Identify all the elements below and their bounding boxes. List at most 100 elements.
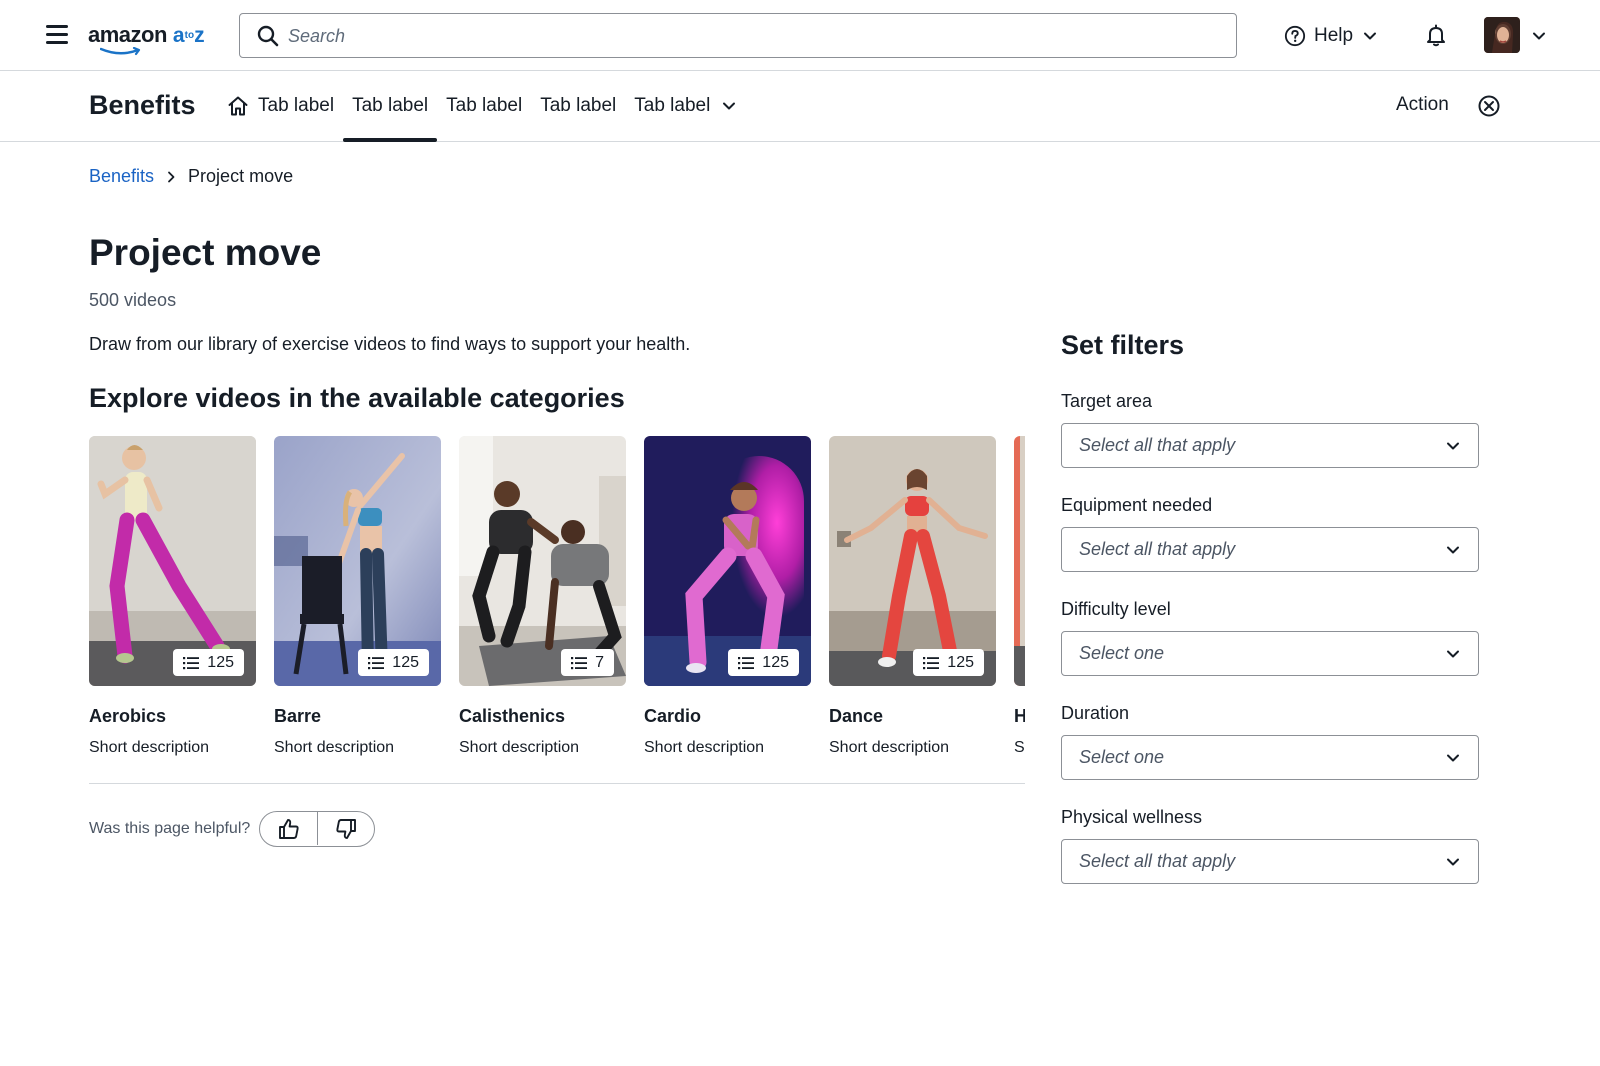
partial-card-photo [1014,436,1025,686]
card-thumbnail [1014,436,1025,686]
category-card-partial[interactable]: H Sh [1014,436,1025,757]
page-feedback: Was this page helpful? [89,811,376,847]
filter-equipment: Equipment needed Select all that apply [1061,495,1479,572]
feedback-button-group [259,811,376,847]
list-icon [183,656,200,669]
notification-bell-icon[interactable] [1424,23,1448,47]
thumbs-down-button[interactable] [317,812,374,845]
breadcrumb-link-benefits[interactable]: Benefits [89,166,154,187]
categories-heading: Explore videos in the available categori… [89,383,625,413]
category-carousel: 125 Aerobics Short description 125 Barre… [89,436,1025,766]
card-thumbnail: 125 [644,436,811,686]
badge-count: 125 [947,653,974,671]
search-icon [257,25,279,47]
secondary-nav: Benefits Tab label Tab label Tab label T… [0,71,1600,142]
filter-label: Physical wellness [1061,807,1203,827]
card-title: H [1014,706,1025,726]
category-card-barre[interactable]: 125 Barre Short description [274,436,441,757]
filter-difficulty: Difficulty level Select one [1061,599,1479,676]
tab-4[interactable]: Tab label [531,71,625,141]
action-link[interactable]: Action [1396,94,1449,116]
section-name[interactable]: Benefits [89,90,196,121]
category-card-dance[interactable]: 125 Dance Short description [829,436,996,757]
logo-z: z [194,24,205,47]
home-icon [228,96,248,116]
search-input[interactable] [288,22,1208,50]
filter-target-area: Target area Select all that apply [1061,391,1479,468]
category-card-aerobics[interactable]: 125 Aerobics Short description [89,436,256,757]
logo-to: to [184,30,195,41]
card-title: Calisthenics [459,706,566,726]
select-placeholder: Select all that apply [1079,435,1236,455]
tab-active[interactable]: Tab label [343,71,438,142]
logo-word: amazon [88,22,167,47]
content-divider [89,783,1025,784]
avatar-photo [1484,17,1520,53]
thumbs-up-icon [278,818,299,839]
duration-select[interactable]: Select one [1061,735,1479,780]
account-chevron-down-icon[interactable] [1530,27,1548,45]
avatar[interactable] [1484,17,1520,53]
card-description: Sh [1014,739,1025,756]
badge-count: 125 [762,653,789,671]
badge-count: 7 [595,653,604,671]
card-description: Short description [89,739,210,756]
tab-3[interactable]: Tab label [437,71,531,141]
chevron-right-icon [168,171,175,182]
help-icon [1284,25,1306,47]
breadcrumb-current: Project move [188,166,294,186]
close-circle-icon[interactable] [1477,94,1501,118]
physical-wellness-select[interactable]: Select all that apply [1061,839,1479,884]
filter-label: Equipment needed [1061,495,1213,515]
select-placeholder: Select one [1079,643,1165,663]
select-placeholder: Select all that apply [1079,539,1236,559]
filters-title: Set filters [1061,330,1185,360]
card-title: Aerobics [89,706,167,726]
filter-physical-wellness: Physical wellness Select all that apply [1061,807,1479,884]
select-placeholder: Select one [1079,747,1165,767]
filter-label: Difficulty level [1061,599,1171,619]
list-icon [571,656,588,669]
tab-more[interactable]: Tab label [625,71,747,141]
feedback-question: Was this page helpful? [89,820,251,837]
badge-count: 125 [392,653,419,671]
list-icon [368,656,385,669]
page-description: Draw from our library of exercise videos… [89,334,691,354]
tab-label: Tab label [446,95,523,116]
logo-smile-icon [100,47,141,56]
amazon-atoz-logo[interactable]: amazon atoz [88,22,205,56]
video-count-badge: 7 [561,649,614,676]
tab-label: Tab label [634,95,711,116]
chevron-down-icon [1447,858,1459,866]
search-box [239,13,1237,58]
video-count-badge: 125 [728,649,799,676]
filter-duration: Duration Select one [1061,703,1479,780]
card-title: Barre [274,706,322,726]
card-title: Dance [829,706,884,726]
logo-a: a [172,24,185,47]
chevron-down-icon [1364,32,1377,40]
difficulty-select[interactable]: Select one [1061,631,1479,676]
category-card-cardio[interactable]: 125 Cardio Short description [644,436,811,757]
chevron-down-icon [1447,754,1459,762]
card-description: Short description [644,739,765,756]
chevron-down-icon [1447,442,1459,450]
category-card-calisthenics[interactable]: 7 Calisthenics Short description [459,436,626,757]
page-title: Project move [89,232,322,273]
video-count: 500 videos [89,290,177,310]
equipment-select[interactable]: Select all that apply [1061,527,1479,572]
top-bar: amazonatoz Help [0,0,1600,71]
breadcrumb: Benefits Project move [89,166,293,187]
tab-home[interactable]: Tab label [217,71,343,141]
help-label: Help [1314,25,1354,46]
tab-label: Tab label [258,95,335,116]
thumbs-down-icon [336,818,357,839]
card-thumbnail: 7 [459,436,626,686]
thumbs-up-button[interactable] [260,812,317,845]
menu-icon[interactable] [46,25,68,45]
select-placeholder: Select all that apply [1079,851,1236,871]
help-menu[interactable]: Help [1284,22,1379,50]
tab-label: Tab label [540,95,617,116]
card-thumbnail: 125 [829,436,996,686]
target-area-select[interactable]: Select all that apply [1061,423,1479,468]
